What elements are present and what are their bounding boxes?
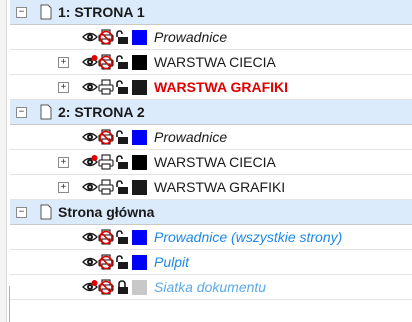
expand-toggle[interactable]: + [58,82,69,93]
eye-hidden-icon[interactable] [82,54,98,70]
printer-disabled-icon[interactable] [98,129,114,145]
page-icon [40,4,52,20]
layer-color-swatch[interactable] [132,130,147,145]
printer-icon[interactable] [98,79,114,95]
layer-color-swatch[interactable] [132,230,147,245]
layer-row[interactable]: + WARSTWA GRAFIKI [10,175,412,200]
unlock-icon[interactable] [114,229,130,245]
layer-row[interactable]: + WARSTWA CIECIA [10,150,412,175]
page-icon [40,204,52,220]
eye-hidden-icon[interactable] [82,279,98,295]
page-row[interactable]: − 2: STRONA 2 [10,100,412,125]
eye-icon[interactable] [82,229,98,245]
layer-name[interactable]: WARSTWA GRAFIKI [154,179,285,195]
page-name: 2: STRONA 2 [58,104,145,120]
printer-disabled-icon[interactable] [98,229,114,245]
layer-row[interactable]: + WARSTWA GRAFIKI [10,75,412,100]
printer-disabled-icon[interactable] [98,54,114,70]
unlock-icon[interactable] [114,179,130,195]
printer-icon[interactable] [98,179,114,195]
unlock-icon[interactable] [114,154,130,170]
eye-hidden-icon[interactable] [82,154,98,170]
layer-name[interactable]: Prowadnice (wszystkie strony) [154,229,342,245]
layer-color-swatch[interactable] [132,80,147,95]
page-name: Strona główna [58,204,155,220]
layer-color-swatch[interactable] [132,280,147,295]
left-dock-strip [0,0,7,322]
unlock-icon[interactable] [114,254,130,270]
unlock-icon[interactable] [114,79,130,95]
printer-disabled-icon[interactable] [98,254,114,270]
printer-disabled-icon[interactable] [98,279,114,295]
object-manager: − 1: STRONA 1 Prowadnice + WARSTWA CIECIA + WA… [0,0,412,322]
layer-row[interactable]: + WARSTWA CIECIA [10,50,412,75]
printer-icon[interactable] [98,154,114,170]
layer-name[interactable]: WARSTWA CIECIA [154,154,276,170]
page-row[interactable]: − Strona główna [10,200,412,225]
expand-toggle[interactable]: + [58,182,69,193]
collapse-toggle[interactable]: − [16,207,27,218]
unlock-icon[interactable] [114,129,130,145]
layer-name[interactable]: Pulpit [154,254,189,270]
layer-name[interactable]: WARSTWA CIECIA [154,54,276,70]
printer-disabled-icon[interactable] [98,29,114,45]
eye-icon[interactable] [82,29,98,45]
eye-icon[interactable] [82,79,98,95]
layer-color-swatch[interactable] [132,255,147,270]
unlock-icon[interactable] [114,29,130,45]
layer-name[interactable]: WARSTWA GRAFIKI [154,79,288,95]
layer-name[interactable]: Prowadnice [154,29,227,45]
unlock-icon[interactable] [114,54,130,70]
layer-color-swatch[interactable] [132,155,147,170]
layer-row[interactable]: Prowadnice [10,125,412,150]
layer-row[interactable]: Pulpit [10,250,412,275]
eye-icon[interactable] [82,129,98,145]
eye-icon[interactable] [82,254,98,270]
layer-color-swatch[interactable] [132,30,147,45]
expand-toggle[interactable]: + [58,57,69,68]
page-icon [40,104,52,120]
layer-name[interactable]: Prowadnice [154,129,227,145]
page-row[interactable]: − 1: STRONA 1 [10,0,412,25]
layer-row[interactable]: Prowadnice (wszystkie strony) [10,225,412,250]
layer-color-swatch[interactable] [132,180,147,195]
eye-icon[interactable] [82,179,98,195]
collapse-toggle[interactable]: − [16,7,27,18]
lock-icon[interactable] [114,279,130,295]
collapse-toggle[interactable]: − [16,107,27,118]
layer-tree: − 1: STRONA 1 Prowadnice + WARSTWA CIECIA + WA… [10,0,412,322]
layer-row[interactable]: Prowadnice [10,25,412,50]
layer-row[interactable]: Siatka dokumentu [10,275,412,300]
expand-toggle[interactable]: + [58,157,69,168]
layer-color-swatch[interactable] [132,55,147,70]
page-name: 1: STRONA 1 [58,4,145,20]
layer-name[interactable]: Siatka dokumentu [154,279,266,295]
